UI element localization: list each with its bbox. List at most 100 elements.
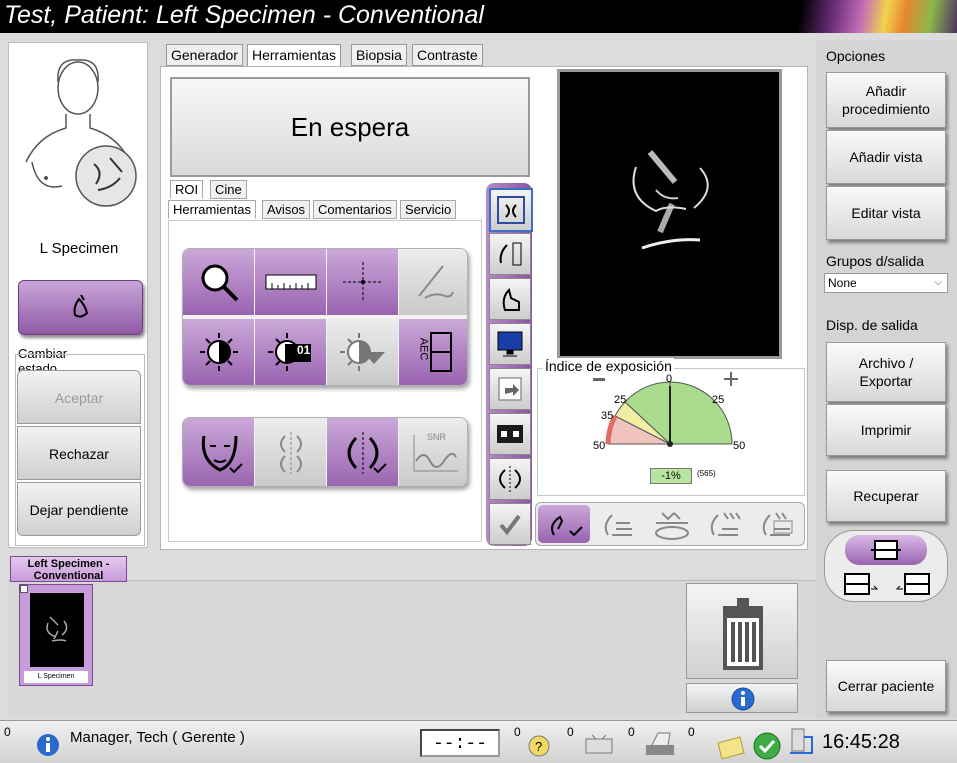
contrast-adjust-button[interactable] xyxy=(327,319,398,385)
exposure-secondary: (565) xyxy=(697,469,716,478)
layout-single-icon xyxy=(871,540,901,560)
output-groups-label: Grupos d/salida xyxy=(826,253,925,269)
tab-generator[interactable]: Generador xyxy=(166,44,243,66)
view-mode-bar xyxy=(535,502,805,546)
count-2: 0 xyxy=(567,725,574,739)
breast-lines-icon xyxy=(604,514,632,536)
timer-display: --:-- xyxy=(420,729,500,757)
ruler-button[interactable] xyxy=(255,249,326,315)
network-icon[interactable] xyxy=(786,727,816,761)
trash-button[interactable] xyxy=(686,583,798,679)
scale-label-50-left: 50 xyxy=(593,440,606,452)
patient-figure-icon xyxy=(25,59,137,207)
status-display: En espera xyxy=(170,77,530,177)
status-ok-icon[interactable] xyxy=(752,731,782,761)
info-status-icon[interactable] xyxy=(36,733,60,757)
view-mode-2-button[interactable] xyxy=(594,505,644,543)
add-view-button[interactable]: Añadir vista xyxy=(826,130,946,184)
send-image-button[interactable] xyxy=(489,368,531,410)
scale-label-50-right: 50 xyxy=(733,440,746,452)
specimen-image xyxy=(632,150,709,250)
fit-view-icon xyxy=(497,196,525,224)
message-count: 0 xyxy=(4,725,11,739)
flip-icon xyxy=(499,466,521,492)
invert-button[interactable] xyxy=(489,413,531,455)
contrast-button[interactable] xyxy=(183,319,254,385)
flip-button[interactable] xyxy=(489,458,531,500)
layout-left-button[interactable] xyxy=(831,569,885,599)
preset-number: 01 xyxy=(297,343,311,357)
layout-left-icon xyxy=(844,573,879,595)
output-groups-select[interactable]: None ⌵ xyxy=(824,273,948,293)
tab-tools[interactable]: Herramientas xyxy=(247,44,342,68)
view-mode-5-button[interactable] xyxy=(752,505,802,543)
exposure-value: -1% xyxy=(650,468,692,484)
tab-cine[interactable]: Cine xyxy=(210,180,247,199)
add-procedure-button[interactable]: Añadir procedimiento xyxy=(826,72,946,128)
view-mode-specimen-button[interactable] xyxy=(538,505,590,543)
aec-button[interactable]: AEC xyxy=(399,319,467,385)
help-icon[interactable]: ? xyxy=(526,733,552,759)
subtab-service[interactable]: Servicio xyxy=(400,200,457,219)
procedure-tab[interactable]: Left Specimen - Conventional xyxy=(10,556,127,582)
tab-biopsy[interactable]: Biopsia xyxy=(351,44,407,66)
subtab-warnings[interactable]: Avisos xyxy=(262,200,311,219)
note-icon[interactable] xyxy=(714,733,748,759)
clock: 16:45:28 xyxy=(822,731,900,753)
image-viewer[interactable] xyxy=(557,69,782,359)
compression-icon xyxy=(655,512,689,540)
print-button[interactable]: Imprimir xyxy=(826,404,946,456)
face-check-button[interactable] xyxy=(183,418,254,486)
view-split-icon xyxy=(279,432,302,474)
layout-right-icon xyxy=(895,573,930,595)
monitor-button[interactable] xyxy=(489,323,531,365)
reject-button[interactable]: Rechazar xyxy=(17,426,141,480)
title-bar: Test, Patient: Left Specimen - Conventio… xyxy=(0,0,957,33)
edit-view-button[interactable]: Editar vista xyxy=(826,186,946,240)
archive-export-button[interactable]: Archivo / Exportar xyxy=(826,342,946,402)
single-view-button[interactable] xyxy=(489,278,531,320)
patient-title: Test, Patient: Left Specimen - Conventio… xyxy=(4,1,484,29)
leave-pending-button[interactable]: Dejar pendiente xyxy=(17,482,141,536)
image-tools-grid: 01 AEC xyxy=(182,248,468,386)
info-button[interactable] xyxy=(686,683,798,713)
needle-button[interactable] xyxy=(399,249,467,315)
layout-right-button[interactable] xyxy=(889,569,943,599)
close-patient-button[interactable]: Cerrar paciente xyxy=(826,660,946,712)
magnifier-button[interactable] xyxy=(183,249,254,315)
contrast-preset-button[interactable]: 01 xyxy=(255,319,326,385)
view-mode-4-button[interactable] xyxy=(700,505,750,543)
fit-view-button[interactable] xyxy=(489,188,533,232)
specimen-view-icon xyxy=(73,294,89,318)
magnifier-icon xyxy=(201,264,238,302)
view-mode-3-button[interactable] xyxy=(646,505,698,543)
crosshair-button[interactable] xyxy=(327,249,398,315)
scale-label-25-left: 25 xyxy=(614,394,627,406)
subtab-comments[interactable]: Comentarios xyxy=(313,200,397,219)
view-button[interactable] xyxy=(18,280,143,335)
crosshair-icon xyxy=(342,262,383,302)
retrieve-button[interactable]: Recuperar xyxy=(826,470,946,522)
breast-rays-icon xyxy=(710,512,741,536)
specimen-ruler-icon xyxy=(499,242,522,266)
specimen-measure-button[interactable] xyxy=(489,233,531,275)
user-info: Manager, Tech ( Gerente ) xyxy=(70,729,245,746)
tab-contrast[interactable]: Contraste xyxy=(412,44,483,66)
output-groups-value: None xyxy=(828,276,857,290)
view-flip-button[interactable] xyxy=(327,418,398,486)
title-decoration xyxy=(767,0,957,33)
subtab-tools[interactable]: Herramientas xyxy=(168,200,257,219)
count-1: 0 xyxy=(514,725,521,739)
accept-check-button[interactable] xyxy=(489,503,531,545)
view-split-button[interactable] xyxy=(255,418,326,486)
tab-roi[interactable]: ROI xyxy=(170,180,204,199)
accept-button[interactable]: Aceptar xyxy=(17,370,141,424)
thumbnail-item[interactable]: L Specimen xyxy=(19,584,93,686)
monitor-icon xyxy=(497,331,523,357)
device-icon[interactable] xyxy=(580,731,618,759)
snr-button[interactable]: SNR xyxy=(399,418,467,486)
scale-label-25-right: 25 xyxy=(712,394,725,406)
thumbnail-checkbox[interactable] xyxy=(20,585,28,593)
printer-icon[interactable] xyxy=(640,729,680,759)
layout-single-button[interactable] xyxy=(845,535,927,565)
